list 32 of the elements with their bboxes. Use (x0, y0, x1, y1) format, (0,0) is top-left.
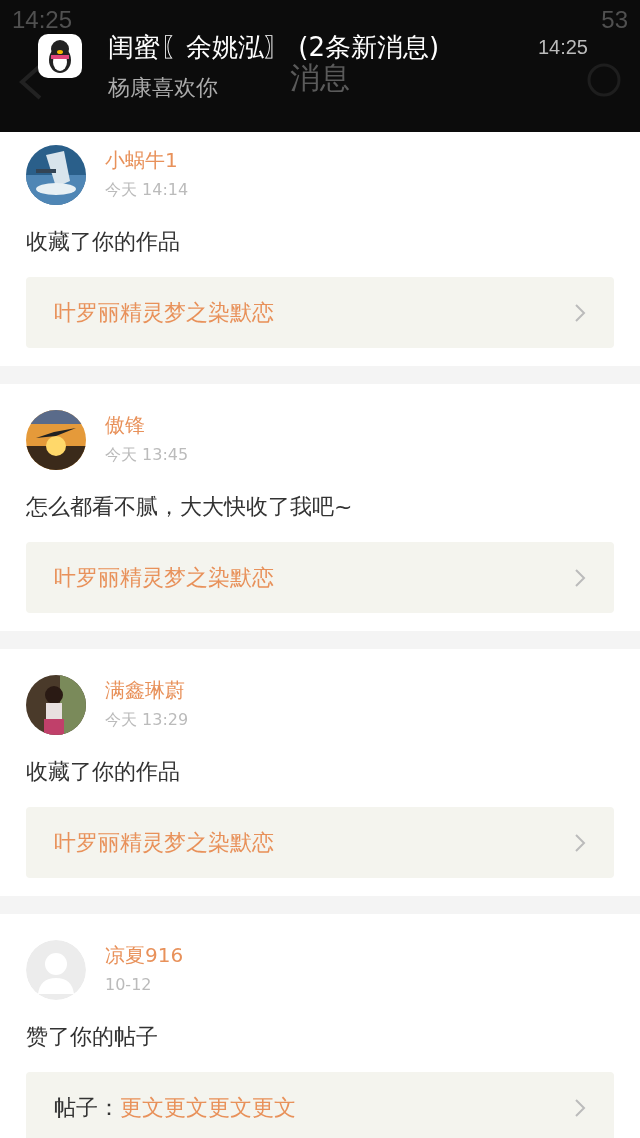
link-title: 叶罗丽精灵梦之染默恋 (54, 828, 275, 857)
notification-time: 14:25 (537, 36, 588, 60)
chevron-right-icon (574, 1097, 586, 1118)
link-title: 叶罗丽精灵梦之染默恋 (54, 298, 275, 327)
message-text: 收藏了你的作品 (26, 758, 181, 786)
work-link[interactable]: 叶罗丽精灵梦之染默恋 (26, 542, 614, 613)
message-text: 收藏了你的作品 (26, 228, 181, 256)
app-icon (38, 34, 82, 78)
message-time: 10-12 (105, 975, 153, 994)
message-text: 怎么都看不腻，大大快收了我吧~ (26, 493, 354, 521)
link-title: 叶罗丽精灵梦之染默恋 (54, 563, 275, 592)
work-link[interactable]: 帖子：更文更文更文更文 (26, 1072, 614, 1138)
message-time: 今天 14:14 (105, 180, 189, 201)
chevron-right-icon (574, 832, 586, 853)
message-time: 今天 13:29 (105, 710, 189, 731)
message-text: 赞了你的帖子 (26, 1023, 159, 1051)
chevron-right-icon (574, 567, 586, 588)
user-name[interactable]: 满鑫琳蔚 (105, 677, 189, 704)
link-title: 更文更文更文更文 (120, 1093, 297, 1122)
work-link[interactable]: 叶罗丽精灵梦之染默恋 (26, 807, 614, 878)
link-label: 帖子： (54, 1093, 120, 1122)
status-time: 14:25 (12, 6, 73, 34)
user-name[interactable]: 小蜗牛1 (105, 147, 189, 174)
user-name[interactable]: 傲锋 (105, 412, 189, 439)
chevron-right-icon (574, 302, 586, 323)
message-time: 今天 13:45 (105, 445, 189, 466)
user-name[interactable]: 凉夏916 (105, 942, 184, 969)
page-title: 消息 (290, 60, 350, 97)
work-link[interactable]: 叶罗丽精灵梦之染默恋 (26, 277, 614, 348)
notification-title: 闺蜜〖余姚泓〗 (2条新消息) (108, 31, 440, 63)
battery-level: 53 (601, 6, 628, 34)
notification-message: 杨康喜欢你 (108, 74, 218, 102)
